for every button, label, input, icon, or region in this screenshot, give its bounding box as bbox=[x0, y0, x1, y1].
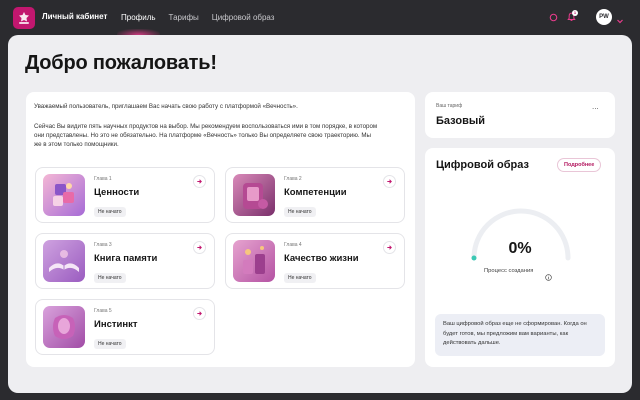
app-title: Личный кабинет bbox=[42, 12, 108, 21]
chapter-title: Компетенции bbox=[284, 187, 347, 198]
app-logo[interactable] bbox=[13, 7, 35, 29]
details-button[interactable]: Подробнее bbox=[557, 158, 602, 172]
nav-tab-profile[interactable]: Профиль bbox=[117, 0, 160, 35]
info-icon[interactable] bbox=[545, 268, 552, 286]
intro-text-1: Уважаемый пользователь, приглашаем Вас н… bbox=[34, 103, 298, 110]
tariff-label: Ваш тариф bbox=[436, 103, 463, 109]
chapter-2-image bbox=[233, 174, 275, 216]
nav-tab-digital-twin[interactable]: Цифровой образ bbox=[212, 0, 275, 35]
chapter-title: Ценности bbox=[94, 187, 140, 198]
nav-tab-tariffs[interactable]: Тарифы bbox=[169, 0, 199, 35]
chapter-card-competencies[interactable]: Глава 2 Компетенции Не начато bbox=[225, 167, 405, 223]
chevron-down-icon[interactable] bbox=[616, 12, 624, 30]
chapter-title: Качество жизни bbox=[284, 253, 359, 264]
arrow-right-icon[interactable] bbox=[383, 241, 396, 254]
arrow-right-icon[interactable] bbox=[193, 241, 206, 254]
progress-indicator bbox=[471, 255, 477, 261]
digital-twin-note: Ваш цифровой образ еще не сформирован. К… bbox=[435, 314, 605, 356]
intro-text-2: Сейчас Вы видите пять научных продуктов … bbox=[34, 123, 378, 148]
progress-value: 0% bbox=[508, 240, 532, 257]
chapter-card-values[interactable]: Глава 1 Ценности Не начато bbox=[35, 167, 215, 223]
main-nav: Профиль Тарифы Цифровой образ bbox=[117, 0, 287, 35]
digital-twin-title: Цифровой образ bbox=[436, 159, 529, 171]
chapter-title: Книга памяти bbox=[94, 253, 158, 264]
chapter-label: Глава 1 bbox=[94, 176, 112, 182]
status-badge: Не начато bbox=[284, 273, 316, 283]
arrow-right-icon[interactable] bbox=[383, 175, 396, 188]
chapter-4-image bbox=[233, 240, 275, 282]
status-badge: Не начато bbox=[94, 273, 126, 283]
bookmark-icon[interactable] bbox=[546, 10, 560, 24]
notification-badge: 1 bbox=[572, 10, 578, 16]
chapter-card-instinct[interactable]: Глава 5 Инстинкт Не начато bbox=[35, 299, 215, 355]
chapter-card-quality-of-life[interactable]: Глава 4 Качество жизни Не начато bbox=[225, 233, 405, 289]
page-title: Добро пожаловать! bbox=[25, 52, 217, 74]
progress-caption: Процесс создания bbox=[484, 268, 534, 274]
more-options-button[interactable]: ... bbox=[592, 103, 599, 111]
chapter-card-memory-book[interactable]: Глава 3 Книга памяти Не начато bbox=[35, 233, 215, 289]
arrow-right-icon[interactable] bbox=[193, 175, 206, 188]
chapter-label: Глава 5 bbox=[94, 308, 112, 314]
logo-glyph bbox=[19, 12, 29, 24]
top-bar: Личный кабинет Профиль Тарифы Цифровой о… bbox=[0, 0, 640, 35]
chapter-3-image bbox=[43, 240, 85, 282]
chapter-label: Глава 4 bbox=[284, 242, 302, 248]
chapter-1-image bbox=[43, 174, 85, 216]
chapter-title: Инстинкт bbox=[94, 319, 138, 330]
status-badge: Не начато bbox=[94, 207, 126, 217]
tariff-value: Базовый bbox=[436, 115, 485, 127]
status-badge: Не начато bbox=[94, 339, 126, 349]
status-badge: Не начато bbox=[284, 207, 316, 217]
chapter-label: Глава 3 bbox=[94, 242, 112, 248]
chapter-label: Глава 2 bbox=[284, 176, 302, 182]
chapter-5-image bbox=[43, 306, 85, 348]
arrow-right-icon[interactable] bbox=[193, 307, 206, 320]
avatar[interactable]: PW bbox=[596, 9, 612, 25]
